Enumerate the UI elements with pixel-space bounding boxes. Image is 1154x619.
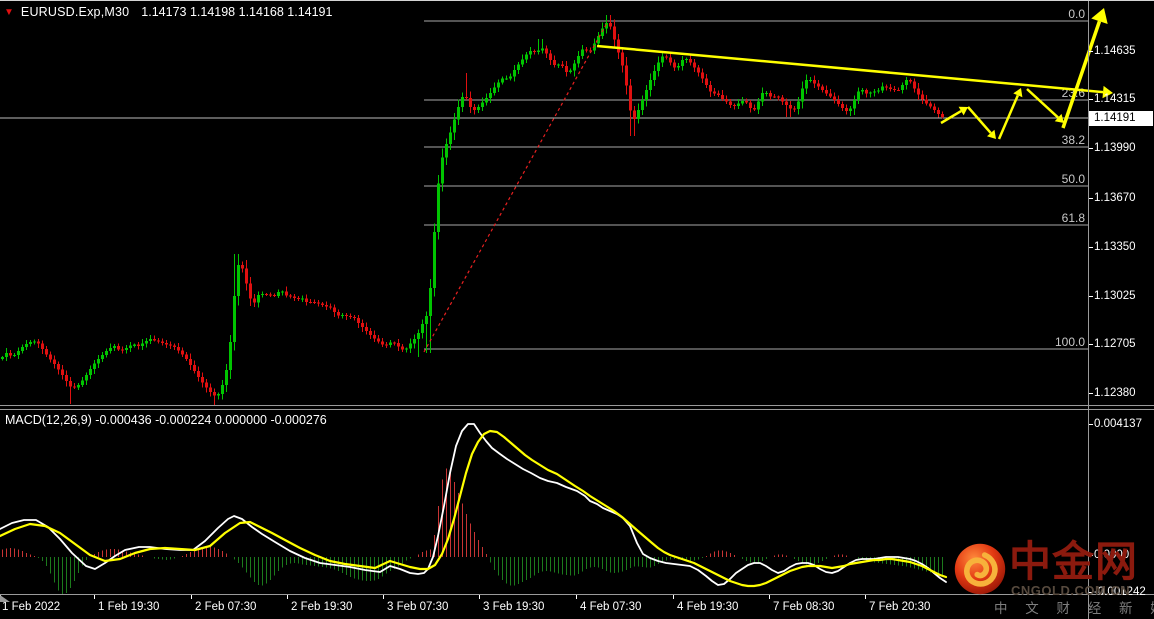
time-axis-label: 1 Feb 2022 (2, 601, 61, 613)
macd-axis-tick (1089, 424, 1093, 425)
current-price-badge: 1.14191 (1089, 111, 1153, 126)
time-axis-label: 2 Feb 19:30 (291, 601, 353, 613)
symbol-dropdown-icon[interactable]: ▼ (4, 7, 14, 18)
fib-level-label: 100.0 (1055, 335, 1085, 349)
macd-axis-label: 0.004137 (1094, 418, 1142, 430)
fib-level-label: 38.2 (1062, 133, 1086, 147)
price-axis-label: 1.13350 (1094, 241, 1136, 253)
cngold-logo-text: 中金网 (1009, 538, 1139, 585)
fib-level-label: 61.8 (1062, 211, 1086, 225)
scroll-wedge-icon (0, 595, 10, 602)
symbol-timeframe-label: EURUSD.Exp,M30 (20, 5, 130, 19)
cngold-slogan: 中 文 财 经 新 媒 体 (994, 601, 1154, 616)
price-axis-label: 1.12380 (1094, 387, 1136, 399)
chart-title-bar: ▼ EURUSD.Exp,M30 1.14173 1.14198 1.14168 1… (4, 5, 332, 19)
time-axis-label: 7 Feb 20:30 (869, 601, 931, 613)
time-axis-tick (191, 595, 192, 599)
forecast-arrow-2[interactable] (967, 106, 992, 134)
forecast-arrow-1[interactable] (940, 110, 962, 125)
macd-indicator-label: MACD(12,26,9) -0.000436 -0.000224 0.0000… (5, 413, 327, 427)
price-axis-separator[interactable] (1088, 1, 1089, 619)
ohlc-quotes: 1.14173 1.14198 1.14168 1.14191 (141, 5, 333, 19)
time-axis-label: 7 Feb 08:30 (773, 601, 835, 613)
time-axis-tick (383, 595, 384, 599)
time-axis-tick (769, 595, 770, 599)
time-axis-tick (865, 595, 866, 599)
chart-window: 0.023.638.250.061.8100.0 ▼EURUSD.Exp,M30… (0, 0, 1154, 619)
fib-level-label: 50.0 (1062, 172, 1086, 186)
price-axis-label: 1.14315 (1094, 93, 1136, 105)
time-axis-label: 3 Feb 19:30 (483, 601, 545, 613)
main-chart-canvas[interactable]: 0.023.638.250.061.8100.0 (0, 1, 1154, 405)
price-axis-tick (1089, 247, 1093, 248)
cngold-logo-icon (954, 543, 1006, 595)
candles[interactable] (1, 15, 944, 405)
price-axis-tick (1089, 198, 1093, 199)
time-axis-tick (479, 595, 480, 599)
price-axis-label: 1.13025 (1094, 290, 1136, 302)
time-axis-label: 1 Feb 19:30 (98, 601, 160, 613)
price-axis-tick (1089, 51, 1093, 52)
price-axis-tick (1089, 148, 1093, 149)
time-axis-tick (94, 595, 95, 599)
time-axis-tick (576, 595, 577, 599)
price-axis-label: 1.14635 (1094, 45, 1136, 57)
descending-trendline-arrow[interactable] (596, 44, 1104, 94)
time-axis-label: 4 Feb 19:30 (677, 601, 739, 613)
panel-divider-top-line[interactable] (0, 405, 1154, 406)
price-axis-tick (1089, 344, 1093, 345)
fib-level-label: 0.0 (1068, 7, 1085, 21)
price-axis-label: 1.13990 (1094, 142, 1136, 154)
macd-main-line (0, 423, 947, 586)
time-axis-label: 2 Feb 07:30 (195, 601, 257, 613)
time-axis-tick (673, 595, 674, 599)
time-axis-tick (287, 595, 288, 599)
time-axis-label: 4 Feb 07:30 (580, 601, 642, 613)
forecast-arrow-3[interactable] (997, 94, 1019, 140)
cngold-watermark: 中金网 CNGOLD.COM.CN (952, 539, 1152, 601)
price-axis-tick (1089, 99, 1093, 100)
price-axis-label: 1.12705 (1094, 338, 1136, 350)
macd-histogram (1, 468, 944, 595)
cngold-logo-domain: CNGOLD.COM.CN (1011, 583, 1131, 598)
price-axis-label: 1.13670 (1094, 192, 1136, 204)
forecast-arrow-4[interactable] (1026, 88, 1059, 119)
price-axis-tick (1089, 393, 1093, 394)
time-axis-label: 3 Feb 07:30 (387, 601, 449, 613)
panel-divider-bottom-line[interactable] (0, 409, 1154, 410)
price-axis-tick (1089, 296, 1093, 297)
